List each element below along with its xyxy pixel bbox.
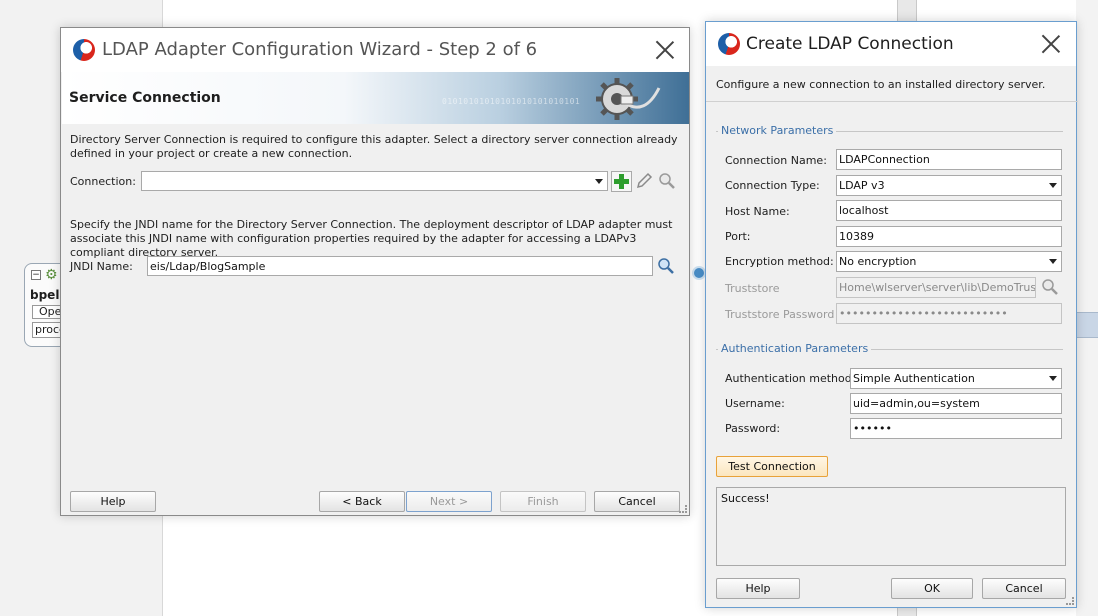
close-icon[interactable]: [1040, 33, 1062, 55]
wizard-dialog: LDAP Adapter Configuration Wizard - Step…: [60, 27, 690, 516]
password-label: Password:: [725, 422, 781, 435]
help-button[interactable]: Help: [70, 491, 156, 512]
add-connection-icon[interactable]: [611, 171, 632, 192]
ldap-dialog-title: Create LDAP Connection: [746, 34, 954, 54]
port-label: Port:: [725, 230, 751, 243]
encryption-select[interactable]: No encryption: [836, 251, 1062, 272]
test-result-area[interactable]: Success!: [716, 487, 1066, 566]
connection-type-select[interactable]: LDAP v3: [836, 175, 1062, 196]
truststore-label: Truststore: [725, 282, 780, 295]
auth-method-select[interactable]: Simple Authentication: [850, 368, 1062, 389]
step-title: Service Connection: [69, 90, 221, 106]
network-group-title: Network Parameters: [718, 124, 837, 137]
jndi-name-input[interactable]: eis/Ldap/BlogSample: [147, 256, 653, 276]
next-button[interactable]: Next >: [406, 491, 492, 512]
auth-method-value: Simple Authentication: [853, 372, 975, 385]
auth-group-title: Authentication Parameters: [718, 342, 872, 355]
jdeveloper-logo-icon: [73, 39, 95, 61]
connection-label: Connection:: [70, 175, 136, 188]
jndi-description: Specify the JNDI name for the Directory …: [70, 218, 673, 259]
host-name-input[interactable]: localhost: [836, 200, 1062, 221]
chevron-down-icon: [1049, 183, 1057, 188]
wizard-title: LDAP Adapter Configuration Wizard - Step…: [102, 39, 538, 60]
intro-text: Directory Server Connection is required …: [70, 133, 678, 160]
encryption-value: No encryption: [839, 255, 917, 268]
username-label: Username:: [725, 397, 785, 410]
chevron-down-icon: [595, 179, 603, 184]
truststore-password-input[interactable]: ••••••••••••••••••••••••••: [836, 303, 1062, 324]
divider: [706, 101, 1078, 102]
finish-button[interactable]: Finish: [500, 491, 586, 512]
truststore-input[interactable]: Home\wlserver\server\lib\DemoTrust.jks: [836, 277, 1036, 298]
gear-plug-icon: [596, 78, 661, 120]
back-button[interactable]: < Back: [319, 491, 405, 512]
wizard-titlebar: LDAP Adapter Configuration Wizard - Step…: [61, 28, 689, 72]
port-input[interactable]: 10389: [836, 226, 1062, 247]
gear-icon: ⚙: [45, 267, 58, 283]
encryption-label: Encryption method:: [725, 255, 834, 268]
connection-type-label: Connection Type:: [725, 179, 820, 192]
jdeveloper-logo-icon: [718, 33, 740, 55]
connection-type-value: LDAP v3: [839, 179, 885, 192]
ldap-help-button[interactable]: Help: [716, 578, 800, 599]
canvas-right-tab[interactable]: [1076, 312, 1098, 338]
ldap-cancel-button[interactable]: Cancel: [982, 578, 1066, 599]
resize-grip-icon[interactable]: [679, 505, 687, 513]
edit-pencil-icon[interactable]: [635, 172, 653, 190]
connector-icon: [692, 266, 706, 280]
connection-name-label: Connection Name:: [725, 154, 827, 167]
ldap-subtitle: Configure a new connection to an install…: [716, 78, 1046, 91]
jndi-label: JNDI Name:: [70, 260, 133, 273]
cancel-button[interactable]: Cancel: [594, 491, 680, 512]
chevron-down-icon: [1049, 376, 1057, 381]
close-icon[interactable]: [654, 39, 676, 61]
password-input[interactable]: ••••••: [850, 418, 1062, 439]
truststore-search-icon[interactable]: [1041, 278, 1059, 296]
host-name-label: Host Name:: [725, 205, 790, 218]
ldap-connection-dialog: Create LDAP Connection Configure a new c…: [705, 21, 1078, 608]
jndi-search-icon[interactable]: [657, 257, 675, 275]
resize-grip-icon[interactable]: [1066, 597, 1074, 605]
username-input[interactable]: uid=admin,ou=system: [850, 393, 1062, 414]
wizard-banner: Service Connection 010101010101010101010…: [62, 72, 689, 124]
collapse-icon[interactable]: −: [31, 270, 41, 280]
ldap-titlebar: Create LDAP Connection: [706, 22, 1076, 66]
connection-select[interactable]: [141, 171, 608, 191]
auth-method-label: Authentication method:: [725, 372, 856, 385]
search-icon[interactable]: [658, 172, 676, 190]
banner-decoration: 01010101010101010101010101: [442, 97, 581, 106]
connection-name-input[interactable]: LDAPConnection: [836, 149, 1062, 170]
chevron-down-icon: [1049, 259, 1057, 264]
test-connection-button[interactable]: Test Connection: [716, 456, 828, 477]
ok-button[interactable]: OK: [891, 578, 973, 599]
canvas-right-panel: [1076, 0, 1098, 616]
truststore-password-label: Truststore Password: [725, 308, 835, 321]
